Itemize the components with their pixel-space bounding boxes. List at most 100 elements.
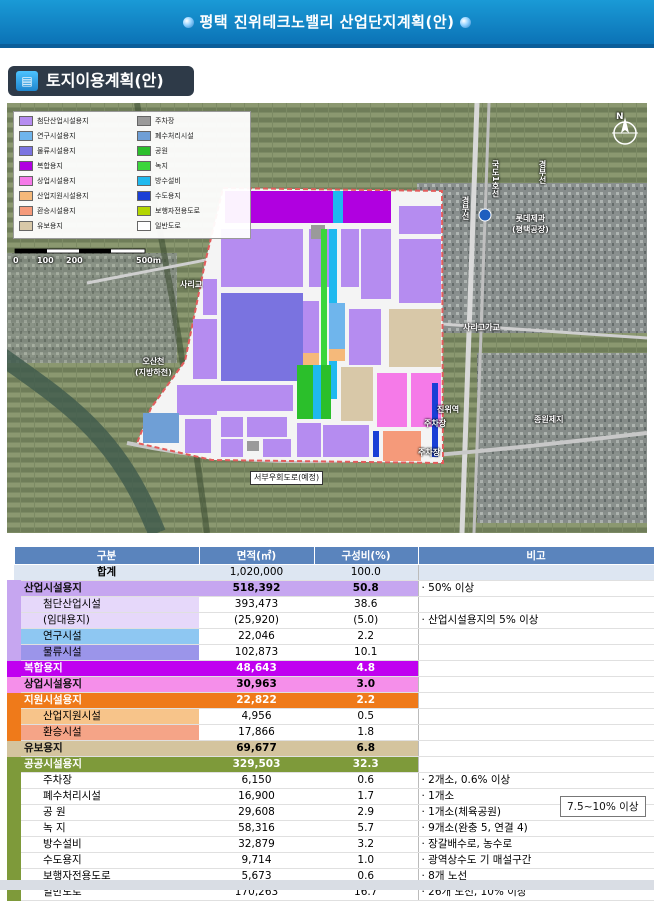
row-name: (임대용지) xyxy=(7,612,199,629)
row-note: · 9개소(완충 5, 연결 4) xyxy=(417,820,654,837)
table-header-row: 구분 면적(㎡) 구성비(%) 비고 xyxy=(13,546,654,565)
map-legend: 첨단산업시설용지 주차장 연구시설용지 폐수처리시설 물류시설용지 공원 복합용지 녹지 상업시… xyxy=(13,111,251,239)
row-note xyxy=(417,724,654,741)
legend-item: 수도용지 xyxy=(137,190,181,202)
table-row: 합계 1,020,000 100.0 xyxy=(14,564,654,581)
row-note xyxy=(417,676,654,693)
row-name: 방수설비 xyxy=(7,836,199,853)
label-sarigyo: 사리교 xyxy=(180,280,203,289)
header-title-wrap: 평택 진위테크노밸리 산업단지계획(안) xyxy=(0,0,654,44)
section-title: 토지이용계획(안) xyxy=(46,71,164,90)
legend-swatch xyxy=(137,191,151,201)
label-jinwi-station: 진위역 xyxy=(437,405,460,414)
table-row: 녹 지 58,316 5.7 · 9개소(완충 5, 연결 4) xyxy=(7,820,654,837)
legend-label: 첨단산업시설용지 xyxy=(37,117,89,125)
row-ratio: 0.5 xyxy=(314,708,418,725)
row-area: (25,920) xyxy=(199,612,314,629)
row-name: 연구시설 xyxy=(7,628,199,645)
legend-item: 유보용지 xyxy=(19,220,63,232)
legend-swatch xyxy=(137,116,151,126)
row-name: 공 원 xyxy=(7,804,199,821)
legend-swatch xyxy=(19,146,33,156)
legend-item: 환승시설용지 xyxy=(19,205,76,217)
legend-swatch xyxy=(19,116,33,126)
header-note: 비고 xyxy=(417,546,654,565)
legend-item: 보행자전용도로 xyxy=(137,205,200,217)
table-row: 산업지원시설 4,956 0.5 xyxy=(7,708,654,725)
row-note: · 산업시설용지의 5% 이상 xyxy=(417,612,654,629)
footer-strip xyxy=(0,880,654,890)
page-title: 평택 진위테크노밸리 산업단지계획(안) xyxy=(199,13,455,31)
row-ratio: 2.2 xyxy=(314,692,418,709)
legend-label: 보행자전용도로 xyxy=(155,207,201,215)
label-highway: 국도1호선 xyxy=(491,160,500,198)
table-row: 환승시설 17,866 1.8 xyxy=(7,724,654,741)
row-name: 환승시설 xyxy=(7,724,199,741)
table-row: 상업시설용지 30,963 3.0 xyxy=(7,676,654,693)
header-category: 구분 xyxy=(13,546,200,565)
legend-label: 산업지원시설용지 xyxy=(37,192,89,200)
row-area: 393,473 xyxy=(199,596,314,613)
legend-item: 첨단산업시설용지 xyxy=(19,115,89,127)
header-underline xyxy=(0,44,654,48)
legend-item: 물류시설용지 xyxy=(19,145,76,157)
table-row: 연구시설 22,046 2.2 xyxy=(7,628,654,645)
legend-item: 폐수처리시설 xyxy=(137,130,194,142)
row-name: 복합용지 xyxy=(7,660,199,677)
row-name: 수도용지 xyxy=(7,852,199,869)
row-area: 69,677 xyxy=(199,740,314,757)
label-parking-2: 주차장 xyxy=(418,448,441,457)
row-area: 58,316 xyxy=(199,820,314,837)
row-note: · 장갈배수로, 농수로 xyxy=(417,836,654,853)
row-area: 30,963 xyxy=(199,676,314,693)
legend-swatch xyxy=(19,221,33,231)
legend-label: 일반도로 xyxy=(155,222,181,230)
row-area: 102,873 xyxy=(199,644,314,661)
label-parking: 주차장 xyxy=(424,419,447,428)
table-row: 방수설비 32,879 3.2 · 장갈배수로, 농수로 xyxy=(7,836,654,853)
land-use-table: 구분 면적(㎡) 구성비(%) 비고 합계 1,020,000 100.0 산업시설용… xyxy=(7,546,654,901)
row-ratio: 3.2 xyxy=(314,836,418,853)
legend-label: 물류시설용지 xyxy=(37,147,76,155)
row-area: 32,879 xyxy=(199,836,314,853)
row-area: 1,020,000 xyxy=(199,564,314,581)
row-note xyxy=(417,740,654,757)
row-name: 상업시설용지 xyxy=(7,676,199,693)
legend-swatch xyxy=(137,206,151,216)
row-name: 산업지원시설 xyxy=(7,708,199,725)
row-name: 폐수처리시설 xyxy=(7,788,199,805)
row-area: 48,643 xyxy=(199,660,314,677)
row-ratio: 3.0 xyxy=(314,676,418,693)
label-rail-2: 경부선 xyxy=(538,160,547,184)
label-school: 종원제지 xyxy=(534,415,564,424)
header-banner: 평택 진위테크노밸리 산업단지계획(안) xyxy=(0,0,654,48)
row-ratio: 32.3 xyxy=(314,756,418,773)
row-ratio: 100.0 xyxy=(314,564,418,581)
row-note: · 2개소, 0.6% 이상 xyxy=(417,772,654,789)
legend-swatch xyxy=(137,146,151,156)
legend-label: 공원 xyxy=(155,147,168,155)
row-ratio: 50.8 xyxy=(314,580,418,597)
header-ratio: 구성비(%) xyxy=(313,546,419,565)
green-area-note: 7.5~10% 이상 xyxy=(560,796,646,817)
row-name: 공공시설용지 xyxy=(7,756,199,773)
scale-label-200: 200 xyxy=(66,256,83,265)
legend-item: 상업시설용지 xyxy=(19,175,76,187)
row-name: 녹 지 xyxy=(7,820,199,837)
globe-icon xyxy=(460,17,472,28)
table-row: 수도용지 9,714 1.0 · 광역상수도 기 매설구간 xyxy=(7,852,654,869)
table-row: 복합용지 48,643 4.8 xyxy=(7,660,654,677)
legend-label: 방수설비 xyxy=(155,177,181,185)
legend-label: 주차장 xyxy=(155,117,175,125)
row-ratio: 2.9 xyxy=(314,804,418,821)
legend-swatch xyxy=(19,206,33,216)
label-overpass: 사리고가교 xyxy=(463,323,500,332)
row-ratio: 0.6 xyxy=(314,772,418,789)
legend-swatch xyxy=(137,161,151,171)
row-ratio: 1.0 xyxy=(314,852,418,869)
table-row: 지원시설용지 22,822 2.2 xyxy=(7,692,654,709)
row-area: 29,608 xyxy=(199,804,314,821)
table-row: 폐수처리시설 16,900 1.7 · 1개소 xyxy=(7,788,654,805)
table-row: 산업시설용지 518,392 50.8 · 50% 이상 xyxy=(7,580,654,597)
label-lotte: 롯데제과 (평택공장) xyxy=(512,214,549,234)
